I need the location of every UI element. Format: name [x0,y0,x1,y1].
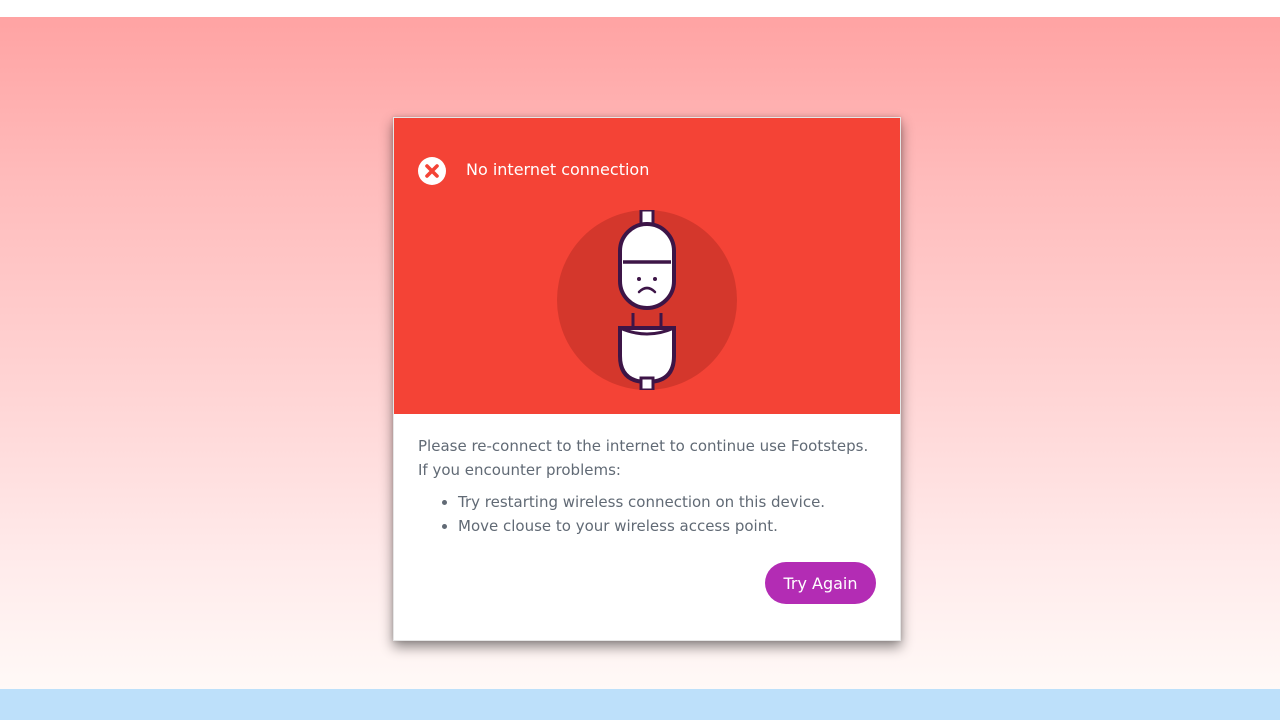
unplugged-cable-illustration [557,210,737,390]
try-again-button[interactable]: Try Again [765,562,876,604]
tips-list: Try restarting wireless connection on th… [418,490,880,538]
dialog-title: No internet connection [466,160,650,179]
list-item: Try restarting wireless connection on th… [458,490,880,514]
message-line-1: Please re-connect to the internet to con… [418,437,869,455]
message-line-2: If you encounter problems: [418,461,621,479]
list-item: Move clouse to your wireless access poin… [458,514,880,538]
no-connection-dialog: No internet connection Please re-connect… [393,117,901,641]
bottom-strip [0,689,1280,720]
close-circle-icon [418,157,446,185]
top-strip [0,0,1280,17]
dialog-header: No internet connection [394,118,900,414]
dialog-body: Please re-connect to the internet to con… [418,434,880,538]
